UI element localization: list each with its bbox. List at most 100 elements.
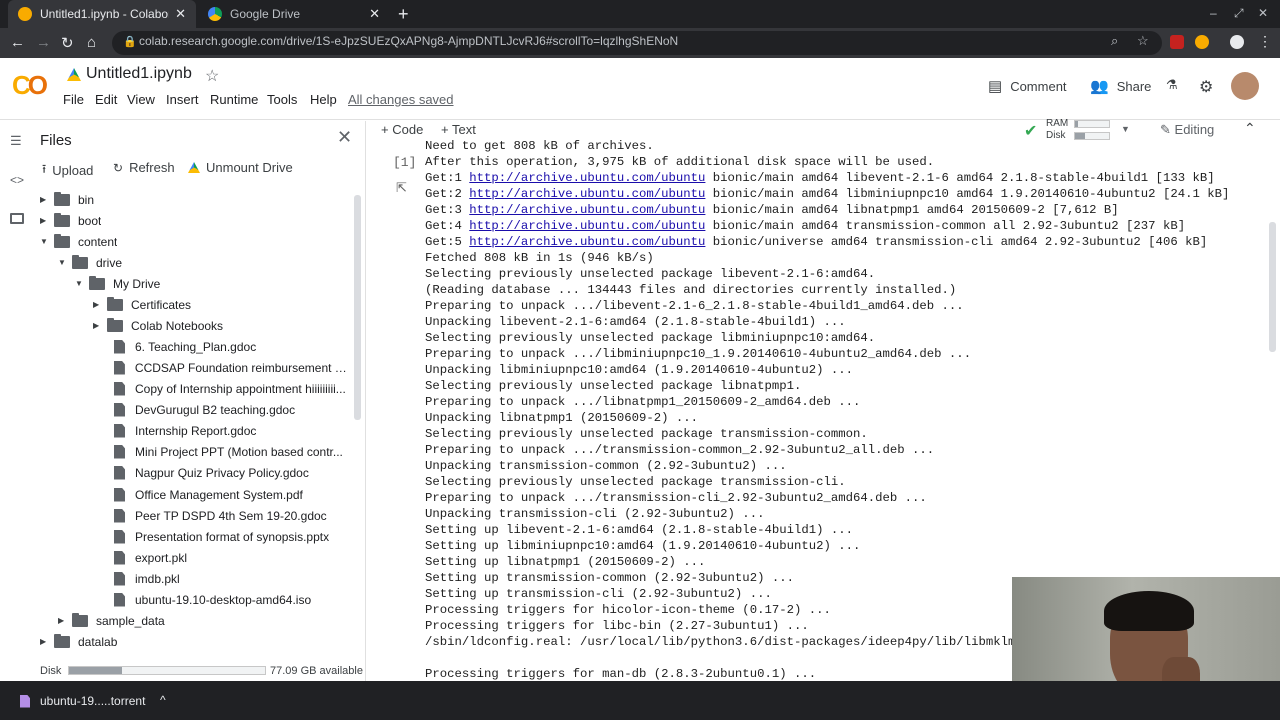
tree-item-file[interactable]: Copy of Internship appointment hiiiiiiii… [114,378,350,399]
tree-item-file[interactable]: export.pkl [114,547,350,568]
table-of-contents-icon[interactable]: ☰ [10,133,22,149]
output-link[interactable]: http://archive.ubuntu.com/ubuntu [469,171,705,185]
files-scrollbar[interactable] [354,195,361,420]
code-snippets-icon[interactable]: <> [10,173,24,187]
settings-gear-icon[interactable]: ⚙ [1199,77,1213,97]
minimize-icon[interactable]: – [1210,6,1217,20]
output-scrollbar[interactable] [1269,222,1276,352]
bookmark-star-icon[interactable]: ☆ [1137,33,1149,49]
tab-colab[interactable]: Untitled1.ipynb - Colaboratory ✕ [8,0,196,28]
output-line: Preparing to unpack .../libminiupnpc10_1… [425,347,972,361]
tree-item-file[interactable]: ubuntu-19.10-desktop-amd64.iso [114,589,350,610]
save-status[interactable]: All changes saved [348,92,454,107]
collapse-arrow-icon[interactable]: ▼ [75,279,89,288]
tree-item-file[interactable]: Nagpur Quiz Privacy Policy.gdoc [114,462,350,483]
unmount-drive-button[interactable]: Unmount Drive [188,160,293,175]
folder-icon [72,612,88,627]
tab-label: Untitled1.ipynb - Colaboratory [40,7,169,21]
expand-arrow-icon[interactable]: ▶ [40,637,54,646]
menu-tools[interactable]: Tools [267,92,297,107]
close-tab-icon[interactable]: ✕ [175,6,186,22]
menu-file[interactable]: File [63,92,84,107]
tree-item-file[interactable]: imdb.pkl [114,568,350,589]
refresh-button[interactable]: ↻ Refresh [113,160,175,175]
editing-mode-button[interactable]: ✎ Editing [1160,122,1214,138]
output-actions-icon[interactable]: ⇱ [396,180,407,196]
forward-icon[interactable]: → [36,34,51,51]
avatar[interactable] [1231,72,1259,100]
output-link[interactable]: http://archive.ubuntu.com/ubuntu [469,203,705,217]
tree-item-file[interactable]: DevGurugul B2 teaching.gdoc [114,399,350,420]
url-text[interactable]: colab.research.google.com/drive/1S-eJpzS… [139,34,678,48]
tree-item-file[interactable]: Presentation format of synopsis.pptx [114,526,350,547]
tree-item-boot[interactable]: ▶ boot [40,210,101,231]
collapse-header-icon[interactable]: ⌃ [1244,120,1256,137]
download-item[interactable]: ubuntu-19.....torrent [20,694,145,708]
tree-item-sample-data[interactable]: ▶ sample_data [58,610,165,631]
tree-item-drive[interactable]: ▼ drive [58,252,122,273]
ram-usage-bar[interactable] [1074,120,1110,128]
zoom-icon[interactable]: ⌕ [1111,33,1118,49]
menu-insert[interactable]: Insert [166,92,199,107]
expand-arrow-icon[interactable]: ▶ [93,300,107,309]
menu-edit[interactable]: Edit [95,92,117,107]
tree-item-bin[interactable]: ▶ bin [40,189,94,210]
tree-item-certificates[interactable]: ▶ Certificates [93,294,191,315]
runtime-disk-usage-bar[interactable] [1074,132,1110,140]
restore-icon[interactable]: ⤢ [1234,6,1244,21]
tree-item-file[interactable]: Internship Report.gdoc [114,420,350,441]
tree-item-datalab[interactable]: ▶ datalab [40,631,117,652]
files-folder-icon[interactable] [10,213,24,224]
browser-menu-icon[interactable]: ⋮ [1258,33,1272,50]
chevron-up-icon[interactable]: ^ [160,693,166,707]
tree-item-label: Peer TP DSPD 4th Sem 19-20.gdoc [135,508,327,523]
collapse-arrow-icon[interactable]: ▼ [58,258,72,267]
tree-item-label: Mini Project PPT (Motion based contr... [135,444,343,459]
expand-arrow-icon[interactable]: ▶ [40,195,54,204]
notebook-title[interactable]: Untitled1.ipynb [86,65,192,83]
tree-item-content[interactable]: ▼ content [40,231,117,252]
star-icon[interactable]: ☆ [205,66,219,86]
tree-item-label: drive [96,255,123,270]
close-icon[interactable]: ✕ [337,127,352,148]
colab-logo[interactable]: CO [12,70,48,101]
output-line: Setting up libevent-2.1-6:amd64 (2.1.8-s… [425,523,854,537]
tab-google-drive[interactable]: Google Drive ✕ [198,0,390,28]
tree-item-file[interactable]: Peer TP DSPD 4th Sem 19-20.gdoc [114,505,350,526]
home-icon[interactable]: ⌂ [87,34,96,51]
folder-icon [107,296,123,311]
tree-item-colab-notebooks[interactable]: ▶ Colab Notebooks [93,315,223,336]
add-code-cell-button[interactable]: + Code [381,122,423,137]
tree-item-file[interactable]: 6. Teaching_Plan.gdoc [114,336,350,357]
expand-arrow-icon[interactable]: ▶ [40,216,54,225]
menu-view[interactable]: View [127,92,155,107]
tree-item-file[interactable]: Office Management System.pdf [114,484,350,505]
add-text-cell-button[interactable]: + Text [441,122,476,137]
close-tab-icon[interactable]: ✕ [369,6,380,22]
output-link[interactable]: http://archive.ubuntu.com/ubuntu [469,235,705,249]
tree-item-my-drive[interactable]: ▼ My Drive [75,273,160,294]
tree-item-file[interactable]: CCDSAP Foundation reimbursement a... [114,357,350,378]
output-link[interactable]: http://archive.ubuntu.com/ubuntu [469,219,705,233]
tree-item-file[interactable]: Mini Project PPT (Motion based contr... [114,441,350,462]
extension-icon[interactable] [1195,35,1209,49]
share-button[interactable]: 👥 Share [1090,77,1151,95]
new-tab-icon[interactable]: + [398,4,409,25]
comment-button[interactable]: ▤ Comment [988,77,1067,95]
menu-help[interactable]: Help [310,92,337,107]
tree-item-label: Nagpur Quiz Privacy Policy.gdoc [135,465,309,480]
menu-runtime[interactable]: Runtime [210,92,258,107]
expand-arrow-icon[interactable]: ▶ [93,321,107,330]
reload-icon[interactable]: ↻ [61,34,74,52]
runtime-dropdown-icon[interactable]: ▼ [1121,124,1130,134]
labs-flask-icon[interactable]: ⚗ [1166,77,1178,93]
collapse-arrow-icon[interactable]: ▼ [40,237,54,246]
profile-icon[interactable] [1230,35,1244,49]
expand-arrow-icon[interactable]: ▶ [58,616,72,625]
upload-button[interactable]: ⭱ Upload [42,160,93,181]
back-icon[interactable]: ← [10,34,25,51]
output-link[interactable]: http://archive.ubuntu.com/ubuntu [469,187,705,201]
extension-icon[interactable] [1170,35,1184,49]
window-close-icon[interactable]: ✕ [1258,6,1268,20]
tree-item-label: CCDSAP Foundation reimbursement a... [134,360,350,375]
